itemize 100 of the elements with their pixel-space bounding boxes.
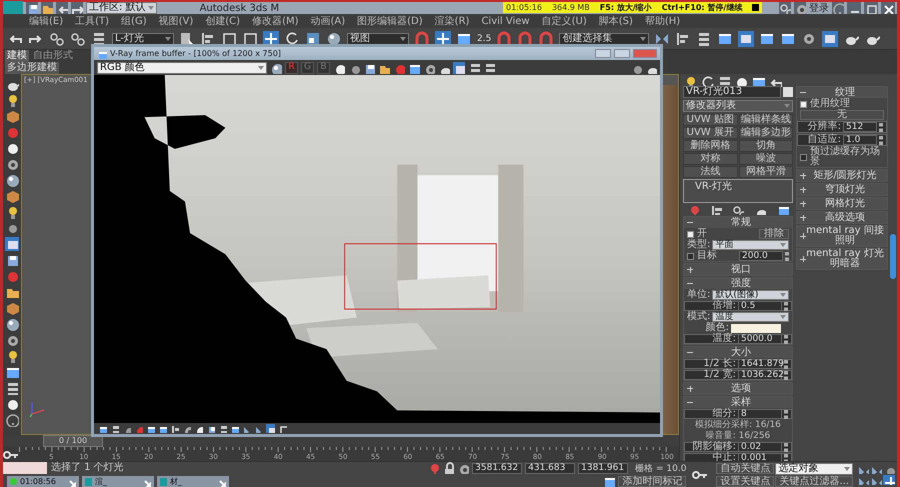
spinner-arrows-icon[interactable] [784, 410, 788, 418]
rollout-header[interactable]: 穹顶灯光 [797, 184, 887, 195]
checkbox[interactable] [687, 230, 694, 238]
app-logo[interactable] [3, 1, 23, 15]
taskbar-item[interactable]: 渲_ [82, 476, 154, 487]
menu-item[interactable]: 创建(C) [205, 14, 240, 28]
modifier-button[interactable]: 噪波 [738, 153, 793, 165]
magnet-icon[interactable] [517, 30, 534, 46]
checkbox-label[interactable]: 目标 [697, 251, 717, 261]
modifier-button[interactable]: UVW 贴图 [683, 114, 738, 126]
add-time-tag-button[interactable]: 添加时间标记 [618, 476, 686, 486]
key-mode-dropdown[interactable]: 选定对象 [775, 462, 853, 474]
layers-icon[interactable] [483, 62, 495, 74]
rollout-header[interactable]: 网格灯光 [797, 198, 887, 209]
modifier-button[interactable]: 法线 [683, 166, 738, 178]
align-icon[interactable] [710, 204, 722, 215]
chain-link-icon[interactable] [49, 30, 65, 46]
stack-item[interactable]: VR-灯光 [685, 181, 791, 192]
spinner-field[interactable]: 1641.879 [738, 359, 782, 369]
menu-item[interactable]: 组(G) [121, 14, 147, 28]
lock-icon[interactable] [442, 462, 454, 474]
ribbon-tab[interactable]: 建模 [5, 50, 29, 62]
minimize-icon[interactable] [847, 2, 861, 14]
checkbox-label[interactable]: 预过滤缓存为场景 [810, 147, 884, 167]
window-icon[interactable] [98, 424, 107, 433]
layers-icon[interactable] [717, 74, 731, 86]
time-slider-handle[interactable]: 0 / 100 [43, 435, 103, 447]
rollout-header[interactable]: mental ray 灯光明暗器 [797, 249, 887, 269]
sphere-icon[interactable] [5, 173, 19, 187]
chain-link-icon[interactable] [70, 30, 86, 46]
modifier-button[interactable]: 切角 [738, 140, 793, 152]
ribbon-tab[interactable]: 自由形式 [31, 50, 75, 62]
scroll-bar-thumb[interactable] [890, 234, 896, 279]
modifier-button[interactable]: 编辑样条线 [738, 114, 793, 126]
layers-icon[interactable] [5, 381, 19, 395]
modifier-button[interactable]: 网格平滑 [738, 166, 793, 178]
window-icon[interactable] [603, 475, 616, 487]
rollout-header[interactable]: 高级选项 [797, 212, 887, 223]
window-icon[interactable] [158, 424, 167, 433]
rollout-header[interactable]: 纹理 [797, 87, 887, 98]
stop-icon[interactable] [752, 4, 760, 11]
spinner-field[interactable]: 5000.0 [738, 334, 782, 344]
rollout-header[interactable]: 强度 [684, 278, 792, 289]
menu-item[interactable]: 图形编辑器(D) [357, 14, 423, 28]
menu-item[interactable]: 修改器(M) [252, 14, 298, 28]
spinner-field[interactable]: 1.0 [843, 135, 877, 145]
rollout-header[interactable]: 采样 [684, 397, 792, 408]
named-selection-field[interactable]: 创建选择集 [559, 32, 650, 44]
magnet-icon[interactable] [496, 30, 512, 46]
menu-item[interactable]: 渲染(R) [434, 14, 470, 28]
sign-in-link[interactable]: 登录 [809, 1, 829, 15]
dropdown[interactable]: 温度 [712, 312, 789, 322]
auto-key-button[interactable]: 自动关键点 [716, 462, 774, 474]
magnet-icon[interactable] [414, 30, 430, 46]
menu-item[interactable]: 工具(T) [75, 14, 110, 28]
align-icon[interactable] [170, 424, 179, 433]
chain-link-icon[interactable] [779, 2, 791, 14]
rollout-header[interactable]: mental ray 间接照明 [797, 226, 887, 246]
coordinate-field[interactable]: 1381.961 [578, 462, 628, 474]
reference-dropdown[interactable]: 视图 [347, 32, 409, 44]
spinner-arrows-icon[interactable] [785, 252, 789, 260]
tick-marks[interactable] [19, 447, 667, 453]
taskbar-item[interactable]: 01:08:56 [7, 476, 79, 487]
coordinate-field[interactable]: 3581.632 [472, 462, 522, 474]
rollout-header[interactable]: 视口 [684, 264, 792, 275]
rollout-header[interactable]: 选项 [684, 383, 792, 394]
object-name-field[interactable]: VR-灯光013 [683, 86, 781, 98]
spinner-field[interactable]: 1036.262 [738, 370, 782, 380]
undo-icon[interactable] [56, 2, 68, 14]
spinner-field[interactable]: 0.001 [738, 453, 782, 461]
layers-icon[interactable] [218, 424, 227, 433]
texture-button[interactable]: 无 [800, 110, 884, 120]
color-swatch[interactable] [731, 324, 781, 332]
close-icon[interactable] [881, 2, 895, 14]
ribbon-panel-tab[interactable]: 多边形建模 [5, 62, 59, 74]
sphere-icon[interactable] [5, 317, 19, 331]
modifier-button[interactable]: 对称 [683, 153, 738, 165]
modifier-button[interactable]: 删除网格 [683, 140, 738, 152]
workspace-dropdown[interactable]: 工作区: 默认 [86, 2, 157, 14]
snap-toggle[interactable]: 2.5 [477, 34, 492, 44]
menu-item[interactable]: 脚本(S) [598, 14, 633, 28]
checkbox-label[interactable]: 使用纹理 [810, 99, 850, 109]
redo-icon[interactable] [71, 2, 83, 14]
rotate-icon[interactable] [284, 30, 300, 46]
window-icon[interactable] [146, 424, 155, 433]
menu-item[interactable]: Civil View [481, 16, 530, 26]
spinner-field[interactable]: 0.02 [738, 442, 782, 452]
cursor-icon[interactable] [179, 30, 195, 46]
exclude-button[interactable]: 排除 [759, 229, 789, 239]
window-icon[interactable] [230, 424, 239, 433]
spinner-field[interactable]: 0.5 [738, 301, 782, 311]
dropdown[interactable]: 默认(图像) [712, 290, 789, 300]
render-frame-icon[interactable] [453, 62, 465, 74]
move-icon[interactable] [883, 475, 895, 485]
align-icon[interactable] [200, 30, 216, 46]
coordinate-field[interactable]: 431.683 [525, 462, 576, 474]
rollout-header[interactable]: 常规 [684, 217, 792, 228]
checkbox[interactable] [800, 154, 807, 160]
layers-icon[interactable] [110, 424, 119, 433]
menu-item[interactable]: 视图(V) [158, 14, 194, 28]
